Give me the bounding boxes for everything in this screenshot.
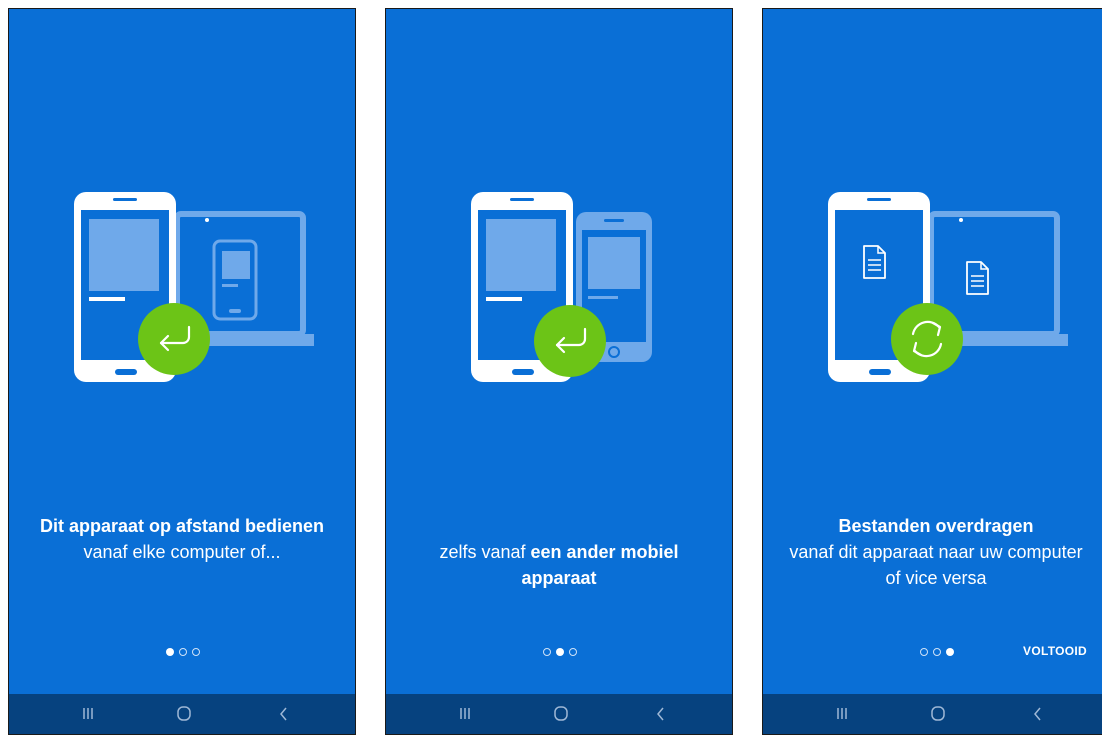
caption-bold-text: een ander mobiel apparaat — [521, 542, 679, 588]
page-dot — [569, 648, 577, 656]
page-dot — [543, 648, 551, 656]
recent-apps-icon — [460, 708, 470, 719]
done-button[interactable]: VOLTOOID — [1023, 644, 1087, 658]
system-navigation-bar — [9, 694, 355, 734]
home-icon — [554, 706, 568, 721]
sync-arrows-icon — [891, 303, 963, 375]
system-navigation-bar — [386, 694, 732, 734]
caption-bold-text: Dit apparaat op afstand bedienen — [39, 516, 325, 536]
reply-arrow-icon — [534, 305, 606, 377]
caption-text: vanaf elke computer of... — [83, 542, 281, 562]
home-button[interactable] — [546, 702, 576, 726]
home-button[interactable] — [923, 702, 953, 726]
document-icon — [966, 261, 989, 295]
page-dot-active — [166, 648, 174, 656]
page-dot-active — [556, 648, 564, 656]
back-icon — [1034, 707, 1041, 721]
recent-apps-icon — [83, 708, 93, 719]
back-icon — [657, 707, 664, 721]
reply-arrow-icon — [138, 303, 210, 375]
system-navigation-bar — [763, 694, 1102, 734]
page-dot — [920, 648, 928, 656]
recent-apps-button[interactable] — [450, 702, 480, 726]
page-dot — [192, 648, 200, 656]
back-button[interactable] — [1023, 702, 1053, 726]
page-dot — [933, 648, 941, 656]
onboarding-caption: zelfs vanaf een ander mobiel apparaat — [406, 539, 712, 591]
page-dot — [179, 648, 187, 656]
recent-apps-icon — [837, 708, 847, 719]
onboarding-screen-2: zelfs vanaf een ander mobiel apparaat — [385, 8, 733, 735]
recent-apps-button[interactable] — [73, 702, 103, 726]
illustration-phone-phone — [471, 192, 652, 382]
home-button[interactable] — [169, 702, 199, 726]
back-button[interactable] — [646, 702, 676, 726]
illustration-phone-laptop — [74, 192, 314, 382]
onboarding-caption: Bestanden overdragen vanaf dit apparaat … — [783, 513, 1089, 591]
page-dot-active — [946, 648, 954, 656]
caption-bold-text: Bestanden overdragen — [838, 516, 1034, 536]
recent-apps-button[interactable] — [827, 702, 857, 726]
home-icon — [931, 706, 945, 721]
home-icon — [177, 706, 191, 721]
page-indicator — [9, 645, 355, 659]
caption-text: zelfs vanaf — [439, 542, 531, 562]
onboarding-screen-3: Bestanden overdragen vanaf dit apparaat … — [762, 8, 1102, 735]
page-indicator — [386, 645, 732, 659]
back-button[interactable] — [269, 702, 299, 726]
back-icon — [280, 707, 287, 721]
onboarding-caption: Dit apparaat op afstand bedienen vanaf e… — [29, 513, 335, 565]
illustration-file-transfer — [828, 192, 1068, 382]
caption-text: vanaf dit apparaat naar uw computer of v… — [789, 542, 1083, 588]
onboarding-screen-1: Dit apparaat op afstand bedienen vanaf e… — [8, 8, 356, 735]
